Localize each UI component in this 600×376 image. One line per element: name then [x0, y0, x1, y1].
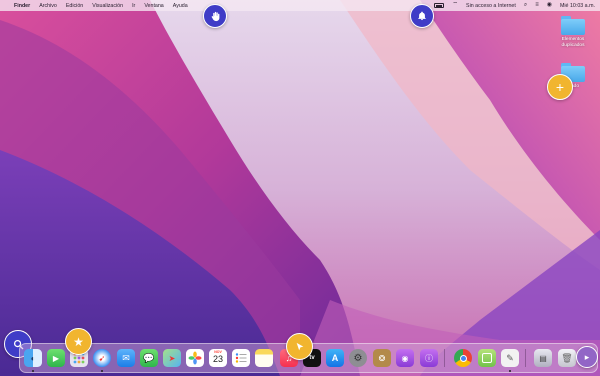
- siri-icon[interactable]: ◉: [547, 0, 552, 11]
- overflow-icon: ▸: [584, 351, 590, 362]
- dock-preview-icon[interactable]: [478, 349, 496, 367]
- dock-running-indicator: [509, 370, 511, 372]
- dock-utility-icon[interactable]: ❂: [373, 349, 391, 367]
- add-button[interactable]: +: [547, 74, 573, 100]
- spotlight-icon[interactable]: ⌕: [524, 0, 527, 11]
- desktop-wallpaper: [0, 0, 600, 376]
- folder-icon: [560, 16, 586, 35]
- dock-messages-icon[interactable]: 💬: [140, 349, 158, 367]
- dock-maps-icon[interactable]: ➤: [163, 349, 181, 367]
- dock-separator: [444, 349, 445, 367]
- notifications-button[interactable]: [410, 4, 434, 28]
- menu-edicion[interactable]: Edición: [66, 3, 83, 9]
- favorite-button[interactable]: ★: [65, 328, 92, 355]
- dock-trash-icon[interactable]: 🗑: [558, 349, 576, 367]
- dock-calendar-icon[interactable]: NOV 23: [209, 349, 227, 367]
- bell-icon: [418, 11, 426, 21]
- menu-datetime[interactable]: Mié 10:03 a.m.: [560, 3, 595, 9]
- dock-reminders-icon[interactable]: [232, 349, 250, 367]
- dock-notes-icon[interactable]: [255, 349, 273, 367]
- dock-system-preferences-icon[interactable]: ⚙: [349, 349, 367, 367]
- tv-label: tv: [309, 355, 315, 361]
- menu-archivo[interactable]: Archivo: [39, 3, 57, 9]
- dock-mail-icon[interactable]: ✉: [117, 349, 135, 367]
- dock-chrome-icon[interactable]: [454, 349, 472, 367]
- dock-running-indicator: [101, 370, 103, 372]
- dock-podcasts-secondary-icon[interactable]: ⓘ: [420, 349, 438, 367]
- dock-photos-icon[interactable]: [186, 349, 204, 367]
- calendar-day: 23: [212, 354, 223, 364]
- cursor-tool-button[interactable]: [286, 333, 313, 360]
- menu-app-finder[interactable]: Finder: [14, 3, 30, 9]
- dock-overflow-button[interactable]: ▸: [576, 346, 598, 368]
- dock-facetime-icon[interactable]: ▶: [47, 349, 65, 367]
- menu-ir[interactable]: Ir: [132, 3, 135, 9]
- dock-app-store-icon[interactable]: A: [326, 349, 344, 367]
- wifi-icon[interactable]: ⌔: [452, 0, 458, 11]
- cursor-icon: [296, 342, 303, 350]
- menu-bar: Finder Archivo Edición Visualización Ir …: [0, 0, 600, 11]
- star-icon: ★: [73, 334, 84, 349]
- dock-podcasts-icon[interactable]: ◉: [396, 349, 414, 367]
- menu-ventana[interactable]: Ventana: [144, 3, 163, 9]
- hand-tool-button[interactable]: [203, 4, 227, 28]
- dock-safari-icon[interactable]: ➹: [93, 349, 111, 367]
- dock-running-indicator: [32, 370, 34, 372]
- dock-downloads-icon[interactable]: ▤: [534, 349, 552, 367]
- menu-ayuda[interactable]: Ayuda: [173, 3, 188, 9]
- dock-separator: [525, 349, 526, 367]
- desktop-folder-elementos-duplicados[interactable]: Elementos duplicados: [553, 16, 593, 48]
- battery-icon[interactable]: [434, 3, 445, 8]
- dock-textedit-icon[interactable]: ✎: [501, 349, 519, 367]
- hand-icon: [211, 11, 219, 21]
- folder-label: Elementos duplicados: [561, 37, 585, 48]
- menu-visualizacion[interactable]: Visualización: [92, 3, 123, 9]
- wifi-status-text[interactable]: Sin acceso a Internet: [466, 3, 516, 9]
- dock-finder-icon[interactable]: ◐: [24, 349, 42, 367]
- control-center-icon[interactable]: ≡: [535, 0, 539, 11]
- plus-icon: +: [555, 79, 565, 95]
